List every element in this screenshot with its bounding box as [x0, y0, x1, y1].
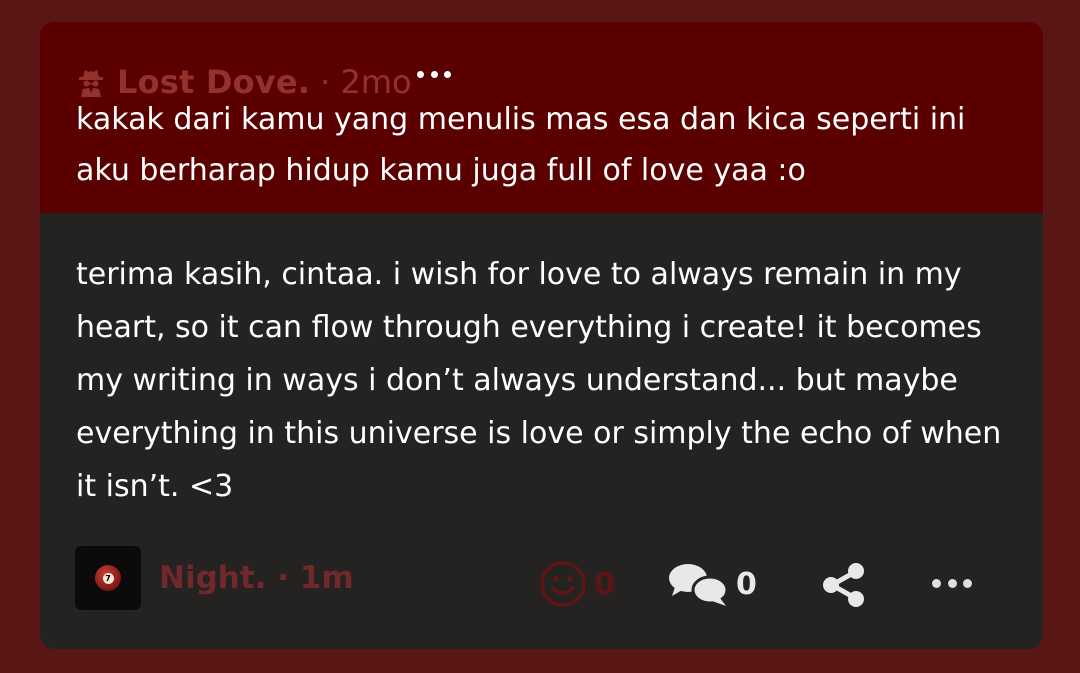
more-dot-icon — [932, 578, 941, 588]
comments-button[interactable]: 0 — [666, 559, 757, 609]
comments-icon — [669, 564, 729, 606]
more-dot-icon — [444, 70, 451, 78]
ball-number: 7 — [102, 572, 114, 584]
smiley-icon — [540, 561, 586, 607]
share-icon — [823, 563, 864, 607]
answer-author-name[interactable]: Night. — [159, 560, 266, 596]
answer-more-options-button[interactable] — [932, 576, 972, 590]
answer-meta: Night. · 1m — [159, 558, 354, 598]
answer-timestamp: · 1m — [277, 560, 354, 596]
question-text: kakak dari kamu yang menulis mas esa dan… — [76, 102, 966, 188]
billiard-ball-7-icon: 7 — [95, 565, 121, 591]
answer-text: terima kasih, cintaa. i wish for love to… — [76, 257, 1002, 504]
answer-footer: 7 Night. · 1m 0 0 — [40, 542, 1043, 614]
reaction-button[interactable]: 0 — [538, 559, 615, 609]
answer-card: Lost Dove. · 2mo kakak dari kamu yang me… — [40, 22, 1043, 649]
more-dot-icon — [417, 70, 424, 78]
question-more-options-button[interactable] — [417, 64, 451, 84]
more-dot-icon — [430, 70, 438, 78]
comment-count: 0 — [736, 566, 757, 602]
more-dot-icon — [947, 578, 957, 588]
reaction-count: 0 — [594, 566, 615, 602]
question-section: Lost Dove. · 2mo kakak dari kamu yang me… — [40, 22, 1043, 213]
avatar[interactable]: 7 — [75, 546, 141, 610]
more-dot-icon — [963, 578, 972, 588]
share-button[interactable] — [820, 562, 868, 608]
